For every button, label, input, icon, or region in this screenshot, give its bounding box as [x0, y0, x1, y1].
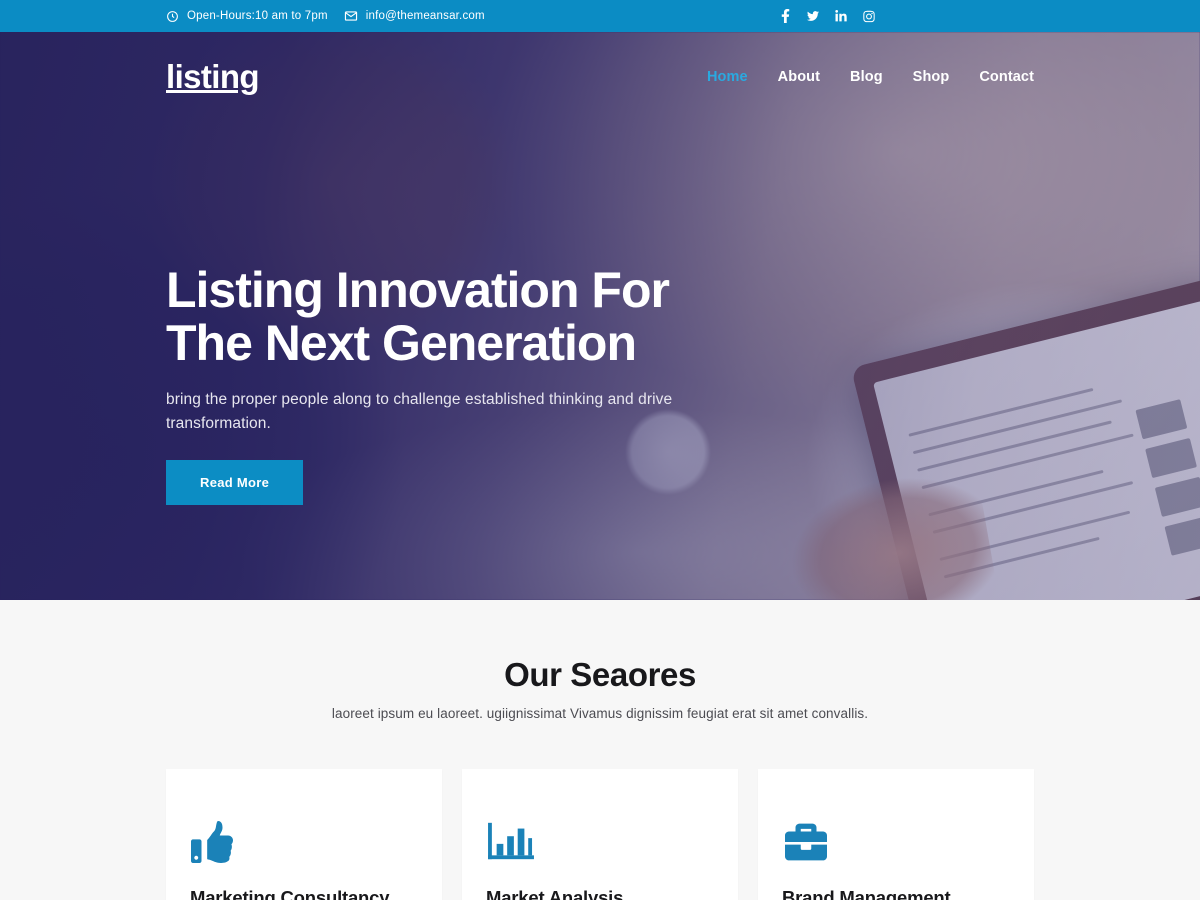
read-more-button[interactable]: Read More — [166, 460, 304, 506]
opening-hours: Open-Hours:10 am to 7pm — [166, 10, 328, 23]
service-card-title: Market Analysis — [486, 887, 624, 900]
hero-content: Listing Innovation For The Next Generati… — [166, 264, 866, 506]
services-card-grid: Marketing Consultancy Market Analysis Br… — [0, 769, 1200, 900]
linkedin-icon[interactable] — [835, 9, 847, 23]
thumbs-up-icon — [190, 819, 418, 863]
social-links — [779, 9, 875, 23]
clock-icon — [166, 10, 179, 23]
top-info-bar: Open-Hours:10 am to 7pm info@themeansar.… — [0, 0, 1200, 32]
hero-subtitle: bring the proper people along to challen… — [166, 391, 673, 433]
hero-title-line-2: The Next Generation — [166, 315, 637, 371]
hero-title: Listing Innovation For The Next Generati… — [166, 264, 866, 370]
service-card[interactable]: Brand Management — [758, 769, 1034, 900]
twitter-icon[interactable] — [807, 9, 819, 23]
site-logo[interactable]: listing — [166, 58, 260, 96]
service-card-title: Marketing Consultancy — [190, 887, 390, 900]
nav-item-shop[interactable]: Shop — [913, 69, 950, 85]
envelope-icon — [344, 9, 358, 23]
hero-title-line-1: Listing Innovation For — [166, 262, 670, 318]
facebook-icon[interactable] — [779, 9, 791, 23]
contact-email[interactable]: info@themeansar.com — [344, 9, 485, 23]
hero-banner: listing Home About Blog Shop Contact Lis… — [0, 32, 1200, 600]
services-subtitle: laoreet ipsum eu laoreet. ugiignissimat … — [331, 706, 869, 721]
service-card[interactable]: Marketing Consultancy — [166, 769, 442, 900]
briefcase-icon — [782, 819, 1010, 863]
main-navigation-bar: listing Home About Blog Shop Contact — [0, 32, 1200, 122]
services-title: Our Seaores — [504, 656, 696, 693]
nav-item-contact[interactable]: Contact — [979, 69, 1034, 85]
instagram-icon[interactable] — [863, 9, 875, 23]
topbar-contact-group: Open-Hours:10 am to 7pm info@themeansar.… — [166, 9, 779, 23]
nav-menu: Home About Blog Shop Contact — [707, 69, 1034, 85]
contact-email-text: info@themeansar.com — [365, 10, 485, 22]
nav-item-blog[interactable]: Blog — [850, 69, 883, 85]
service-card[interactable]: Market Analysis — [462, 769, 738, 900]
nav-item-about[interactable]: About — [778, 69, 820, 85]
services-section: Our Seaores laoreet ipsum eu laoreet. ug… — [0, 600, 1200, 900]
service-card-title: Brand Management — [782, 887, 951, 900]
bar-chart-icon — [486, 819, 714, 863]
nav-item-home[interactable]: Home — [707, 69, 748, 85]
opening-hours-text: Open-Hours:10 am to 7pm — [187, 10, 328, 22]
